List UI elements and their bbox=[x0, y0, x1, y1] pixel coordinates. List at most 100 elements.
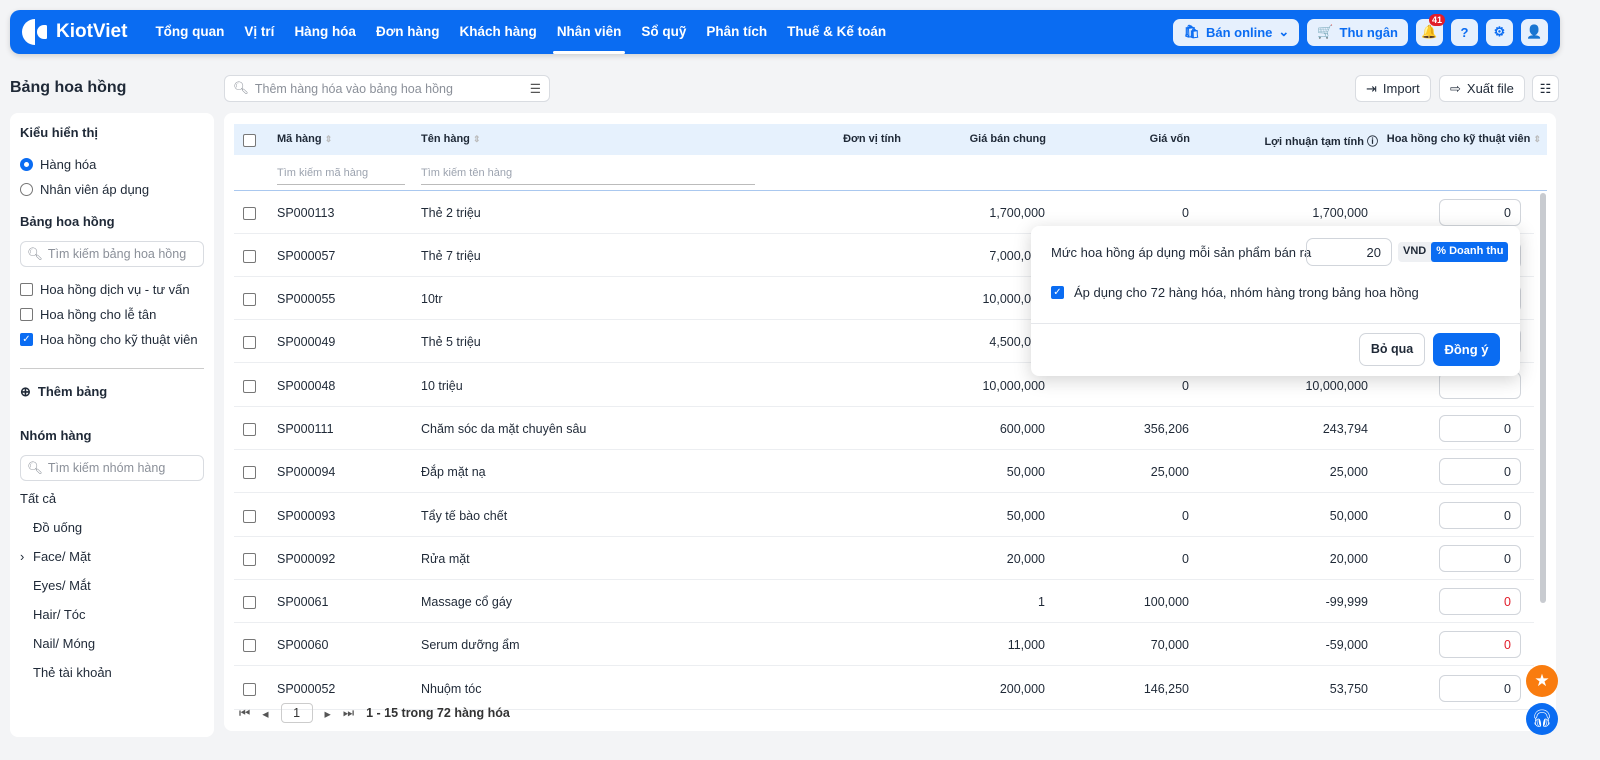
nav-item[interactable]: Sổ quỹ bbox=[641, 10, 686, 54]
first-page-icon[interactable]: ⏮ bbox=[239, 706, 250, 721]
nav-item[interactable]: Phân tích bbox=[706, 10, 767, 54]
row-checkbox[interactable] bbox=[243, 639, 256, 652]
commission-tables-title: Bảng hoa hồng bbox=[20, 214, 115, 229]
row-checkbox[interactable] bbox=[243, 380, 256, 393]
nav-item[interactable]: Tổng quan bbox=[155, 10, 224, 54]
column-toggle-button[interactable]: ☷ bbox=[1532, 75, 1559, 102]
row-checkbox[interactable] bbox=[243, 250, 256, 263]
commission-input[interactable]: 0 bbox=[1439, 502, 1521, 529]
help-button[interactable]: ? bbox=[1451, 18, 1478, 46]
commission-table-item[interactable]: Hoa hồng cho lễ tân bbox=[20, 302, 204, 327]
col-label: Mã hàng bbox=[277, 133, 322, 145]
nav-item[interactable]: Thuế & Kế toán bbox=[787, 10, 886, 54]
chevron-right-icon[interactable]: › bbox=[20, 542, 24, 571]
nav-item[interactable]: Nhân viên bbox=[552, 10, 625, 54]
row-checkbox[interactable] bbox=[243, 423, 256, 436]
avatar[interactable]: 👤 bbox=[1521, 18, 1548, 46]
logo[interactable]: KiotViet bbox=[22, 19, 127, 45]
sort-icon: ⇕ bbox=[1533, 134, 1541, 144]
group-item[interactable]: Nail/ Móng bbox=[20, 629, 204, 658]
prev-page-icon[interactable]: ◂ bbox=[262, 706, 268, 721]
info-icon[interactable]: ⓘ bbox=[1367, 136, 1378, 148]
confirm-button[interactable]: Đồng ý bbox=[1433, 333, 1500, 366]
table-label: Hoa hồng cho lễ tân bbox=[40, 307, 157, 322]
row-checkbox[interactable] bbox=[243, 553, 256, 566]
commission-rate-input[interactable]: 20 bbox=[1306, 238, 1392, 266]
ban-online-button[interactable]: 🛍 Bán online ⌄ bbox=[1173, 18, 1300, 46]
export-button[interactable]: ⇨ Xuất file bbox=[1439, 75, 1525, 102]
select-all-checkbox[interactable] bbox=[243, 134, 256, 147]
last-page-icon[interactable]: ⏭ bbox=[343, 706, 354, 721]
row-checkbox[interactable] bbox=[243, 683, 256, 696]
checkbox-icon bbox=[20, 283, 33, 296]
table-row[interactable]: SP000093 Tẩy tế bào chết 50,000 0 50,000… bbox=[234, 494, 1534, 537]
unit-percent-option[interactable]: % Doanh thu bbox=[1431, 242, 1509, 262]
filter-code-input[interactable]: Tìm kiếm mã hàng bbox=[277, 167, 405, 185]
commission-input[interactable]: 0 bbox=[1439, 675, 1521, 702]
table-row[interactable]: SP000094 Đắp mặt nạ 50,000 25,000 25,000… bbox=[234, 450, 1534, 493]
col-label: Tên hàng bbox=[421, 133, 470, 145]
nav-item[interactable]: Vị trí bbox=[244, 10, 274, 54]
group-item[interactable]: › Face/ Mặt bbox=[20, 542, 204, 571]
notification-button[interactable]: 🔔 41 bbox=[1416, 13, 1445, 46]
commission-table-item[interactable]: Hoa hồng dịch vụ - tư vấn bbox=[20, 277, 204, 302]
group-search-input[interactable]: 🔍︎ Tìm kiếm nhóm hàng bbox=[20, 455, 204, 481]
search-placeholder: Thêm hàng hóa vào bảng hoa hồng bbox=[254, 81, 453, 96]
settings-button[interactable]: ⚙ bbox=[1486, 18, 1513, 46]
row-checkbox[interactable] bbox=[243, 510, 256, 523]
commission-input[interactable]: 0 bbox=[1439, 631, 1521, 658]
table-row[interactable]: SP000111 Chăm sóc da mặt chuyên sâu 600,… bbox=[234, 407, 1534, 450]
commission-table-search-input[interactable]: 🔍︎ Tìm kiếm bảng hoa hồng bbox=[20, 241, 204, 267]
cancel-button[interactable]: Bỏ qua bbox=[1359, 333, 1425, 366]
group-item[interactable]: Đồ uống bbox=[20, 513, 204, 542]
support-fab[interactable]: 🎧︎ bbox=[1526, 703, 1558, 735]
commission-input[interactable]: 0 bbox=[1439, 199, 1521, 226]
row-checkbox[interactable] bbox=[243, 207, 256, 220]
thu-ngan-button[interactable]: 🛒 Thu ngân bbox=[1307, 18, 1408, 46]
col-commission[interactable]: Hoa hồng cho kỹ thuật viên ⇕ bbox=[1387, 133, 1541, 145]
page-number-input[interactable]: 1 bbox=[280, 703, 313, 723]
group-item[interactable]: Eyes/ Mắt bbox=[20, 571, 204, 600]
commission-input[interactable]: 0 bbox=[1439, 415, 1521, 442]
import-button[interactable]: ⇥ Import bbox=[1355, 75, 1431, 102]
cost: 0 bbox=[1182, 379, 1189, 393]
row-checkbox[interactable] bbox=[243, 466, 256, 479]
table-row[interactable]: SP000092 Rửa mặt 20,000 0 20,000 0 bbox=[234, 537, 1534, 580]
next-page-icon[interactable]: ▸ bbox=[325, 706, 331, 721]
add-product-search-input[interactable]: 🔍︎ Thêm hàng hóa vào bảng hoa hồng ☰ bbox=[224, 75, 550, 102]
radio-label: Hàng hóa bbox=[40, 157, 97, 172]
radio-nhan-vien[interactable]: Nhân viên áp dụng bbox=[20, 177, 204, 202]
commission-input[interactable]: 0 bbox=[1439, 545, 1521, 572]
list-icon[interactable]: ☰ bbox=[530, 81, 541, 96]
add-table-button[interactable]: ⊕ Thêm bảng bbox=[20, 379, 204, 404]
commission-input[interactable] bbox=[1439, 372, 1521, 399]
col-code[interactable]: Mã hàng ⇕ bbox=[277, 133, 332, 145]
scrollbar[interactable] bbox=[1540, 193, 1546, 603]
group-item[interactable]: Hair/ Tóc bbox=[20, 600, 204, 629]
nav-item[interactable]: Khách hàng bbox=[460, 10, 537, 54]
group-label: Face/ Mặt bbox=[33, 549, 91, 564]
group-all[interactable]: Tất cả bbox=[20, 491, 204, 513]
row-checkbox[interactable] bbox=[243, 596, 256, 609]
commission-table-item[interactable]: ✓ Hoa hồng cho kỹ thuật viên bbox=[20, 327, 204, 352]
commission-input[interactable]: 0 bbox=[1439, 458, 1521, 485]
col-name[interactable]: Tên hàng ⇕ bbox=[421, 133, 481, 145]
apply-all-checkbox[interactable]: ✓ Áp dụng cho 72 hàng hóa, nhóm hàng tron… bbox=[1051, 285, 1419, 300]
group-item[interactable]: Thẻ tài khoản bbox=[20, 658, 204, 687]
cart-icon: 🛒 bbox=[1317, 24, 1334, 39]
unit-vnd-option[interactable]: VND bbox=[1398, 242, 1431, 262]
sort-icon: ⇕ bbox=[472, 134, 481, 144]
radio-hang-hoa[interactable]: Hàng hóa bbox=[20, 152, 204, 177]
table-row[interactable]: SP00061 Massage cổ gáy 1 100,000 -99,999… bbox=[234, 580, 1534, 623]
nav-item[interactable]: Hàng hóa bbox=[294, 10, 356, 54]
commission-popup: Mức hoa hồng áp dụng mỗi sản phẩm bán ra… bbox=[1031, 226, 1520, 376]
product-code: SP000092 bbox=[277, 552, 336, 566]
row-checkbox[interactable] bbox=[243, 293, 256, 306]
favorite-fab[interactable]: ★ bbox=[1526, 665, 1558, 697]
commission-input[interactable]: 0 bbox=[1439, 588, 1521, 615]
filter-name-input[interactable]: Tìm kiếm tên hàng bbox=[421, 167, 755, 185]
table-label: Hoa hồng cho kỹ thuật viên bbox=[40, 332, 198, 347]
table-row[interactable]: SP00060 Serum dưỡng ẩm 11,000 70,000 -59… bbox=[234, 623, 1534, 666]
row-checkbox[interactable] bbox=[243, 336, 256, 349]
nav-item[interactable]: Đơn hàng bbox=[376, 10, 440, 54]
